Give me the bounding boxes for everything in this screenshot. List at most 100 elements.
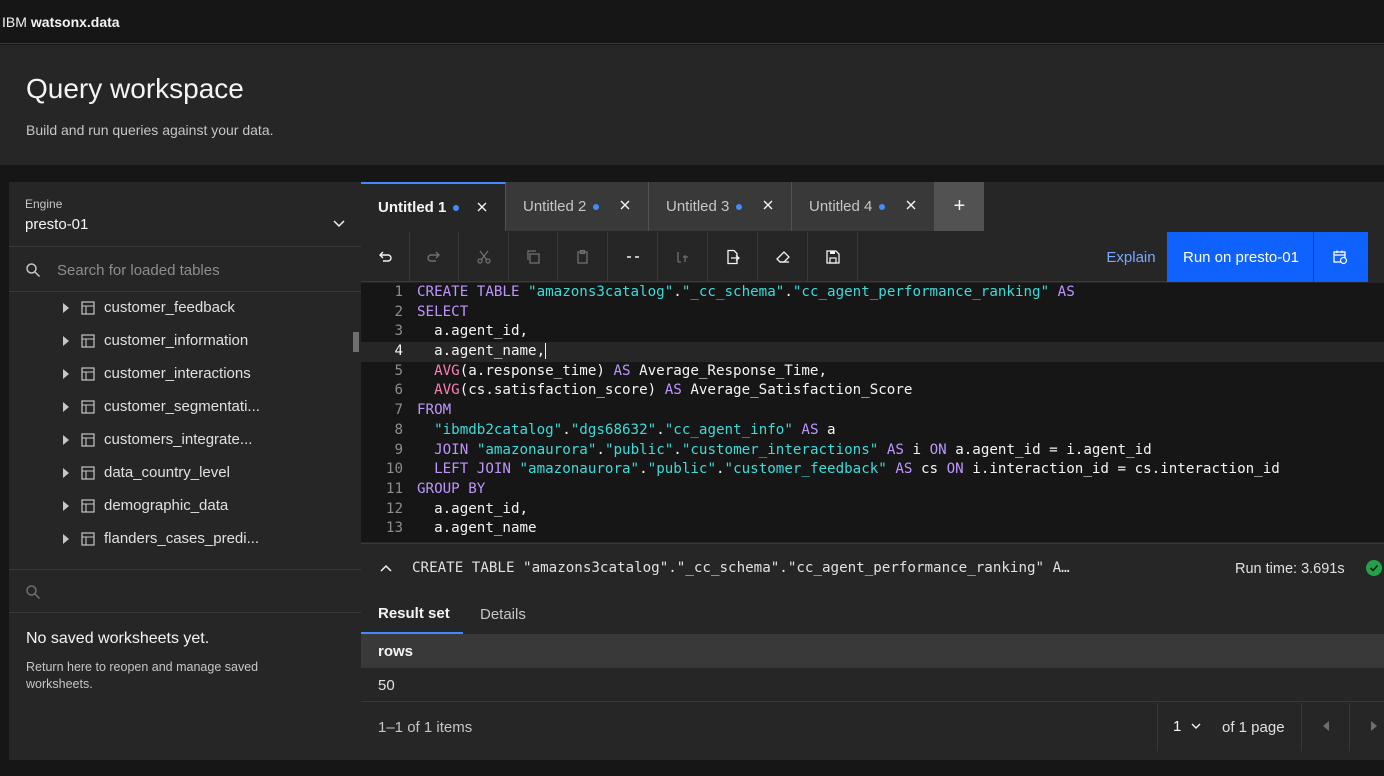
brand-product[interactable]: watsonx.data <box>31 14 120 30</box>
code-line[interactable]: 7 FROM <box>361 401 1384 421</box>
tab-untitled-4[interactable]: Untitled 4 <box>792 182 935 231</box>
code-line[interactable]: 10 LEFT JOIN "amazonaurora"."public"."cu… <box>361 460 1384 480</box>
code-line[interactable]: 6 AVG(cs.satisfaction_score) AS Average_… <box>361 381 1384 401</box>
line-content: a.agent_id, <box>417 500 529 517</box>
code-line[interactable]: 11 GROUP BY <box>361 480 1384 500</box>
caret-right-icon[interactable] <box>63 303 69 313</box>
table-row: 50 <box>361 668 1384 702</box>
chevron-down-icon <box>333 220 345 228</box>
table-tree-item[interactable]: customers_integrate... <box>9 424 353 457</box>
run-time: Run time: 3.691s <box>1235 561 1345 577</box>
line-number: 2 <box>394 303 403 320</box>
redo-button[interactable] <box>410 232 459 282</box>
table-tree-item[interactable]: customer_information <box>9 325 353 358</box>
caret-right-icon[interactable] <box>63 468 69 478</box>
code-line[interactable]: 5 AVG(a.response_time) AS Average_Respon… <box>361 362 1384 382</box>
engine-label: Engine <box>25 197 63 211</box>
tab-label: Untitled 2 <box>523 198 587 215</box>
code-line[interactable]: 1 CREATE TABLE "amazons3catalog"."_cc_sch… <box>361 283 1384 303</box>
search-icon <box>26 585 41 600</box>
sql-editor[interactable]: 1 CREATE TABLE "amazons3catalog"."_cc_sch… <box>361 283 1384 542</box>
line-number: 12 <box>385 500 403 517</box>
caret-right-icon[interactable] <box>63 534 69 544</box>
clear-button[interactable] <box>759 232 808 282</box>
page-subtitle: Build and run queries against your data. <box>26 122 274 138</box>
engine-dropdown[interactable]: Engine presto-01 <box>9 182 361 247</box>
save-button[interactable] <box>809 232 858 282</box>
cut-button[interactable] <box>460 232 509 282</box>
text-cursor <box>545 343 547 360</box>
line-number: 8 <box>394 421 403 438</box>
close-icon[interactable] <box>904 198 918 212</box>
code-line[interactable]: 4 a.agent_name, <box>361 342 1384 362</box>
paste-button[interactable] <box>559 232 608 282</box>
run-button[interactable]: Run on presto-01 <box>1167 232 1327 282</box>
table-tree-item[interactable]: customer_feedback <box>9 292 353 325</box>
line-content: a.agent_name <box>417 520 537 537</box>
line-number: 7 <box>394 402 403 419</box>
chevron-up-icon[interactable] <box>379 562 393 576</box>
page-select[interactable]: 1 <box>1173 718 1202 735</box>
code-line[interactable]: 2 SELECT <box>361 303 1384 323</box>
undo-button[interactable] <box>361 232 410 282</box>
result-query-preview: CREATE TABLE "amazons3catalog"."_cc_sche… <box>412 560 1070 576</box>
next-page-button[interactable] <box>1371 721 1377 731</box>
tab-result-set[interactable]: Result set <box>361 594 463 634</box>
explain-button[interactable]: Explain <box>1094 232 1168 282</box>
table-icon <box>81 367 95 381</box>
code-line[interactable]: 8 "ibmdb2catalog"."dgs68632"."cc_agent_i… <box>361 421 1384 441</box>
page-header: Query workspace Build and run queries ag… <box>0 45 1384 165</box>
add-tab-button[interactable]: + <box>935 182 984 231</box>
table-name: customers_integrate... <box>104 431 253 448</box>
line-content: FROM <box>417 402 452 419</box>
code-line[interactable]: 3 a.agent_id, <box>361 322 1384 342</box>
close-icon[interactable] <box>761 198 775 212</box>
copy-button[interactable] <box>509 232 558 282</box>
caret-right-icon[interactable] <box>63 369 69 379</box>
copy-icon <box>527 250 540 264</box>
table-icon <box>81 466 95 480</box>
code-line[interactable]: 12 a.agent_id, <box>361 500 1384 520</box>
prev-page-button[interactable] <box>1323 721 1329 731</box>
save-icon <box>826 250 840 264</box>
line-content: SELECT <box>417 303 469 320</box>
table-tree-item[interactable]: demographic_data <box>9 490 353 523</box>
table-tree-item[interactable]: data_country_level <box>9 457 353 490</box>
divider <box>1349 703 1350 751</box>
tab-details[interactable]: Details <box>463 594 543 634</box>
pagination: 1–1 of 1 items 1 of 1 page <box>361 703 1384 751</box>
caret-right-icon[interactable] <box>63 336 69 346</box>
schedule-run-button[interactable] <box>1313 232 1365 282</box>
table-name: customer_segmentati... <box>104 398 260 415</box>
line-content: GROUP BY <box>417 480 486 497</box>
table-tree-item[interactable]: customer_segmentati... <box>9 391 353 424</box>
table-search-input[interactable] <box>57 258 337 282</box>
caret-right-icon[interactable] <box>63 402 69 412</box>
scrollbar-thumb[interactable] <box>353 332 359 352</box>
redo-icon <box>427 251 440 262</box>
code-line[interactable]: 9 JOIN "amazonaurora"."public"."customer… <box>361 441 1384 461</box>
comment-button[interactable] <box>609 232 658 282</box>
result-tabs: Result set Details <box>361 594 1384 634</box>
worksheet-search-input[interactable] <box>57 580 337 604</box>
table-tree-item[interactable]: flanders_cases_predi... <box>9 523 353 556</box>
tab-untitled-1[interactable]: Untitled 1 <box>361 182 506 231</box>
close-icon[interactable] <box>475 200 489 214</box>
export-button[interactable] <box>709 232 758 282</box>
editor-tabs: Untitled 1 Untitled 2 Untitled 3 Untitled 4… <box>361 182 984 231</box>
caret-right-icon[interactable] <box>63 501 69 511</box>
table-name: data_country_level <box>104 464 230 481</box>
format-button[interactable] <box>659 232 708 282</box>
table-icon <box>81 301 95 315</box>
tab-untitled-2[interactable]: Untitled 2 <box>506 182 649 231</box>
tab-untitled-3[interactable]: Untitled 3 <box>649 182 792 231</box>
tree-scrollbar[interactable] <box>353 292 361 568</box>
code-line[interactable]: 13 a.agent_name <box>361 519 1384 539</box>
sidebar: Engine presto-01 customer_feedbackcustom… <box>9 182 361 760</box>
column-header-rows[interactable]: rows <box>378 643 413 660</box>
close-icon[interactable] <box>618 198 632 212</box>
table-tree-item[interactable]: customer_interactions <box>9 358 353 391</box>
caret-right-icon[interactable] <box>63 435 69 445</box>
worksheet-search <box>9 569 361 613</box>
top-bar: IBM watsonx.data <box>0 0 1384 44</box>
